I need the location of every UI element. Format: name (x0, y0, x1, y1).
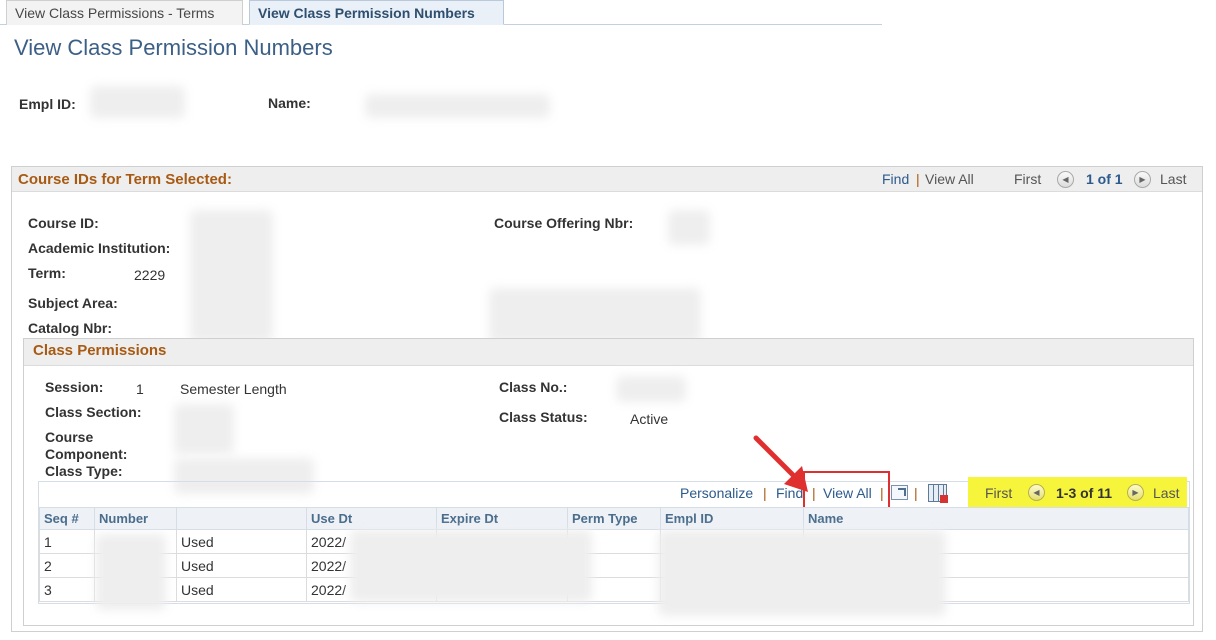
session-description: Semester Length (180, 381, 287, 397)
column-header[interactable]: Name (803, 507, 1189, 530)
term-value: 2229 (134, 267, 166, 283)
number-redacted (96, 534, 166, 610)
academic-institution-label: Academic Institution: (28, 240, 171, 256)
class-status-label: Class Status: (499, 409, 588, 425)
course-title-redacted (489, 288, 701, 343)
column-header[interactable]: Number (94, 507, 177, 530)
course-row-count: 1 of 1 (1086, 171, 1123, 187)
tab-label: View Class Permissions - Terms (15, 5, 215, 21)
name-label: Name: (268, 95, 311, 111)
course-view-all-link[interactable]: View All (925, 171, 974, 187)
permissions-table: Seq # Number Use Dt Expire Dt Perm Type … (39, 507, 1189, 602)
new-window-icon[interactable] (891, 485, 908, 500)
personalize-link[interactable]: Personalize (680, 485, 753, 501)
course-first-link[interactable]: First (1014, 171, 1041, 187)
course-offering-redacted (668, 210, 710, 245)
previous-arrow-icon[interactable]: ◀ (1028, 484, 1045, 501)
class-type-label: Class Type: (45, 463, 123, 479)
session-label: Session: (45, 379, 104, 395)
column-header[interactable]: Perm Type (567, 507, 661, 530)
download-grid-icon[interactable] (928, 484, 948, 503)
course-id-label: Course ID: (28, 215, 99, 231)
grid-row-count: 1-3 of 11 (1056, 485, 1113, 501)
term-label: Term: (28, 265, 66, 281)
subject-area-label: Subject Area: (28, 295, 118, 311)
class-status-value: Active (630, 411, 669, 427)
next-arrow-icon[interactable]: ▶ (1134, 171, 1151, 188)
seq-cell: 1 (39, 529, 95, 554)
course-component-label-line2: Component: (45, 446, 128, 462)
column-header[interactable]: Seq # (39, 507, 95, 530)
seq-cell: 2 (39, 553, 95, 578)
course-component-label-line1: Course (45, 429, 94, 445)
previous-arrow-icon[interactable]: ◀ (1057, 171, 1074, 188)
class-permissions-title: Class Permissions (33, 342, 167, 359)
course-ids-title: Course IDs for Term Selected: (18, 171, 232, 188)
class-permissions-header (24, 339, 1193, 366)
tab-label: View Class Permission Numbers (258, 5, 475, 21)
used-cell: Used (176, 553, 307, 578)
class-no-label: Class No.: (499, 379, 568, 395)
table-row: 2 Used 2022/ (39, 553, 1189, 578)
separator: | (914, 485, 918, 501)
used-cell: Used (176, 577, 307, 602)
name-redacted (365, 94, 550, 118)
used-cell: Used (176, 529, 307, 554)
class-section-redacted (174, 404, 234, 454)
tab-view-class-permissions-terms[interactable]: View Class Permissions - Terms (6, 0, 243, 25)
table-row: 1 Used 2022/ (39, 529, 1189, 554)
next-arrow-icon[interactable]: ▶ (1127, 484, 1144, 501)
annotation-arrow-icon (753, 435, 808, 492)
grid-last-link[interactable]: Last (1153, 485, 1179, 501)
grid-first-link[interactable]: First (985, 485, 1012, 501)
course-offering-label: Course Offering Nbr: (494, 215, 634, 231)
class-no-redacted (616, 376, 686, 402)
empl-name-redacted (658, 530, 946, 616)
empl-id-label: Empl ID: (19, 96, 76, 112)
catalog-nbr-label: Catalog Nbr: (28, 320, 112, 336)
tab-bar: View Class Permissions - Terms View Clas… (0, 0, 882, 25)
column-header[interactable]: Expire Dt (436, 507, 568, 530)
empl-id-redacted (90, 86, 185, 118)
separator: | (916, 171, 920, 187)
seq-cell: 3 (39, 577, 95, 602)
column-header (176, 507, 307, 530)
column-header[interactable]: Empl ID (660, 507, 804, 530)
session-value: 1 (136, 381, 144, 397)
course-find-link[interactable]: Find (882, 171, 909, 187)
page-title: View Class Permission Numbers (14, 35, 333, 60)
dates-redacted (350, 530, 592, 602)
table-row: 3 Used 2022/ (39, 577, 1189, 602)
table-header-row: Seq # Number Use Dt Expire Dt Perm Type … (39, 507, 1189, 530)
course-info-redacted (190, 210, 273, 342)
column-header[interactable]: Use Dt (306, 507, 437, 530)
course-last-link[interactable]: Last (1160, 171, 1186, 187)
class-section-label: Class Section: (45, 404, 142, 420)
tab-view-class-permission-numbers[interactable]: View Class Permission Numbers (249, 0, 504, 25)
